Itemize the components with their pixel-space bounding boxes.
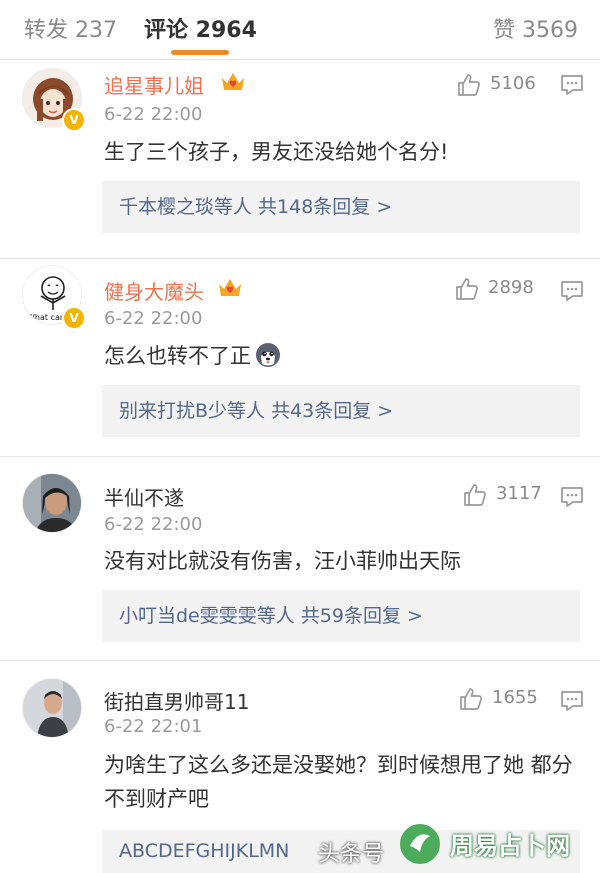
timestamp: 6-22 22:00: [104, 514, 203, 535]
like-button[interactable]: 3117: [462, 482, 542, 508]
like-count: 2898: [488, 277, 534, 298]
comment-divider: [0, 660, 600, 661]
reply-icon[interactable]: [560, 280, 584, 302]
like-button[interactable]: 2898: [454, 276, 536, 302]
replies-link[interactable]: 别来打扰B少等人 共43条回复 >: [102, 385, 580, 437]
timestamp: 6-22 22:01: [104, 716, 203, 737]
avatar-photo: [23, 679, 81, 737]
username[interactable]: 半仙不遂: [104, 482, 184, 511]
timestamp: 6-22 22:00: [104, 308, 203, 329]
thumbs-up-icon: [458, 74, 480, 96]
comment-item: 半仙不遂 6-22 22:00 3117 没有对比就没有伤害，汪小菲帅出天际 小…: [0, 460, 600, 661]
vip-crown-icon: [219, 279, 241, 296]
active-tab-indicator: [171, 50, 229, 55]
username[interactable]: 健身大魔头: [104, 276, 204, 305]
tab-likes[interactable]: 赞 3569: [493, 12, 578, 44]
username[interactable]: 追星事儿姐: [104, 70, 204, 99]
verified-icon: V: [62, 306, 86, 330]
reply-icon[interactable]: [560, 74, 584, 96]
thumbs-up-icon: [460, 688, 482, 710]
avatar-photo: [23, 474, 81, 532]
watermark-logo-icon: [400, 824, 440, 864]
thumbs-up-icon: [464, 484, 486, 506]
like-count: 1655: [492, 687, 538, 708]
comment-text: 为啥生了这么多还是没娶她？到时候想甩了她 都分不到财产吧: [104, 753, 573, 811]
like-button[interactable]: 1655: [458, 686, 538, 712]
husky-emoji-icon: [256, 343, 280, 367]
like-count: 3117: [496, 483, 542, 504]
replies-link[interactable]: 小叮当de雯雯雯等人 共59条回复 >: [102, 590, 580, 642]
tab-repost[interactable]: 转发 237: [24, 12, 117, 44]
verified-icon: V: [62, 108, 86, 132]
vip-crown-icon: [222, 73, 244, 90]
comment-item: V 追星事儿姐 6-22 22:00 5106 生了三个孩子，男友还没给她个名分…: [0, 60, 600, 260]
tab-comments[interactable]: 评论 2964: [144, 12, 257, 44]
comment-divider: [0, 258, 600, 259]
username[interactable]: 街拍直男帅哥11: [104, 686, 249, 715]
comment-item: What can V 健身大魔头 6-22 22:00 2898 怎么也转不了正…: [0, 260, 600, 460]
comment-text: 生了三个孩子，男友还没给她个名分!: [104, 140, 449, 164]
comment-text-body: 怎么也转不了正: [104, 344, 251, 368]
replies-link[interactable]: 千本樱之琰等人 共148条回复 >: [102, 181, 580, 233]
avatar[interactable]: [22, 473, 82, 533]
avatar[interactable]: [22, 678, 82, 738]
reply-icon[interactable]: [560, 690, 584, 712]
comment-text: 没有对比就没有伤害，汪小菲帅出天际: [104, 549, 461, 573]
thumbs-up-icon: [456, 278, 478, 300]
comment-text: 怎么也转不了正: [104, 339, 574, 373]
watermark-source: 头条号: [318, 842, 385, 867]
like-button[interactable]: 5106: [456, 72, 536, 98]
avatar-caption: What can: [27, 313, 65, 322]
comment-divider: [0, 456, 600, 457]
like-count: 5106: [490, 73, 536, 94]
watermark-site: 周易占卜网: [450, 832, 570, 860]
timestamp: 6-22 22:00: [104, 104, 203, 125]
comment-tabs: 转发 237 评论 2964 赞 3569: [0, 0, 600, 60]
reply-icon[interactable]: [560, 486, 584, 508]
